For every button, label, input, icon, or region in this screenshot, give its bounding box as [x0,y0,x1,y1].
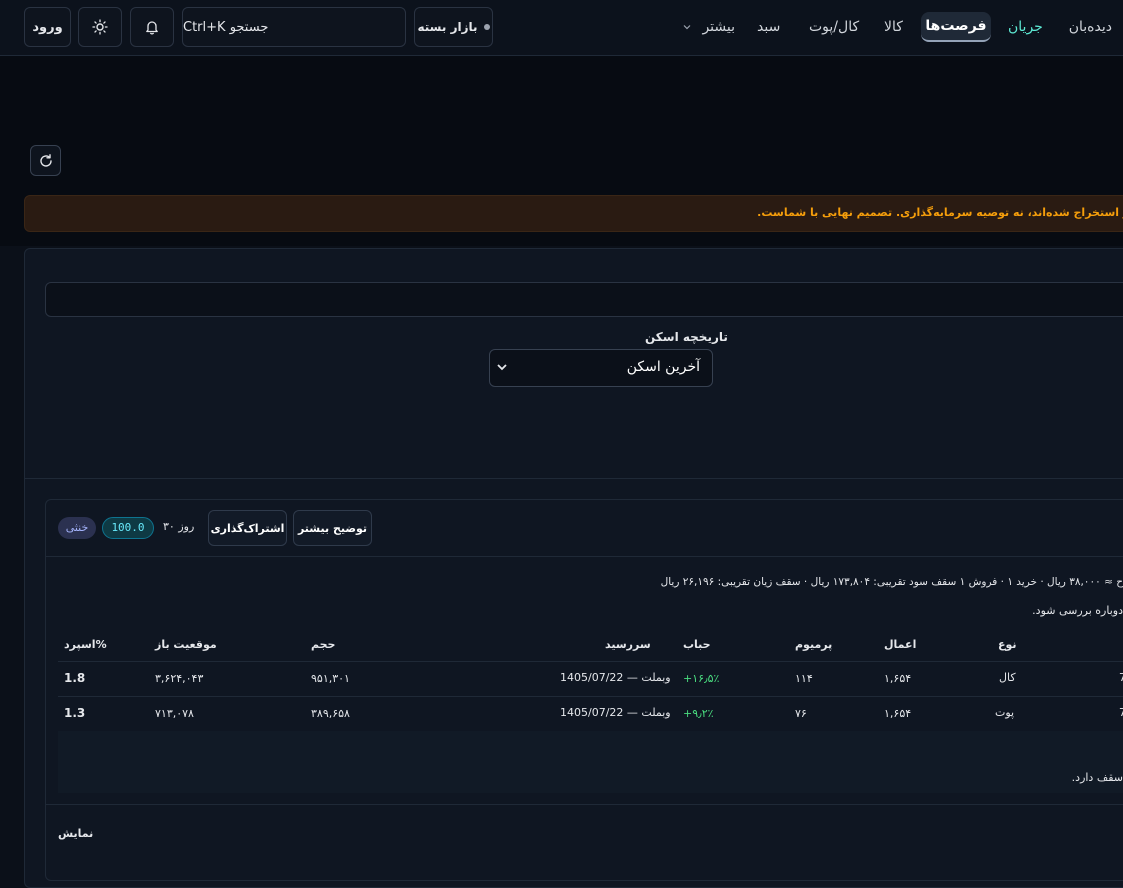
nav-call-put[interactable]: کال/پوت [809,12,859,42]
refresh-icon [39,153,52,167]
scan-history-value: آخرین اسکن [626,359,700,375]
chevron-down-icon [497,364,507,371]
login-button[interactable]: ورود [24,7,71,47]
nav-flow[interactable]: جریان [1008,12,1043,42]
theme-toggle-button[interactable] [78,7,122,47]
notifications-button[interactable] [130,7,174,47]
disclaimer-banner: ار استخراج شده‌اند، نه توصیه سرمایه‌گذار… [24,195,1123,232]
status-dot-icon [483,24,490,30]
scan-history-select[interactable]: آخرین اسکن [489,349,713,387]
filter-input[interactable] [45,282,1123,317]
nav-basket[interactable]: سبد [757,12,780,42]
panel-divider [24,478,1123,479]
market-status-badge: بازار بسته [414,7,493,47]
more-info-label: توضیح بیشتر [297,521,368,535]
card-footer-divider [45,804,1123,805]
nav-watch[interactable]: دیده‌بان [1069,12,1112,42]
search-placeholder: جستجو Ctrl+K [183,19,269,35]
show-toggle[interactable]: نمایش [58,827,93,840]
score-badge: 100.0 [102,517,154,539]
bell-icon [146,21,158,35]
refresh-button[interactable] [30,145,61,176]
market-status-label: بازار بسته [417,20,478,34]
share-label: اشتراک‌گذاری [210,521,285,535]
days-label: روز ۳۰ [163,520,195,533]
sentiment-badge: خنثی [58,517,96,539]
scan-history-label: تاریخچه اسکن [645,330,728,344]
nav-more[interactable]: بیشتر [682,12,735,42]
nav-more-label: بیشتر [702,19,736,35]
share-button[interactable]: اشتراک‌گذاری [208,510,287,546]
nav-opportunities[interactable]: فرصت‌ها [921,12,991,42]
card-header-divider [45,556,1123,557]
more-info-button[interactable]: توضیح بیشتر [293,510,372,546]
sun-icon [92,19,108,35]
chevron-down-icon [683,25,691,30]
top-bar: ورود جستجو Ctrl+K بازار بسته دیده‌بان جر… [0,0,1123,56]
login-label: ورود [32,19,63,35]
disclaimer-text: ار استخراج شده‌اند، نه توصیه سرمایه‌گذار… [757,206,1123,219]
search-input[interactable]: جستجو Ctrl+K [182,7,406,47]
nav-commodity[interactable]: کالا [884,12,903,42]
